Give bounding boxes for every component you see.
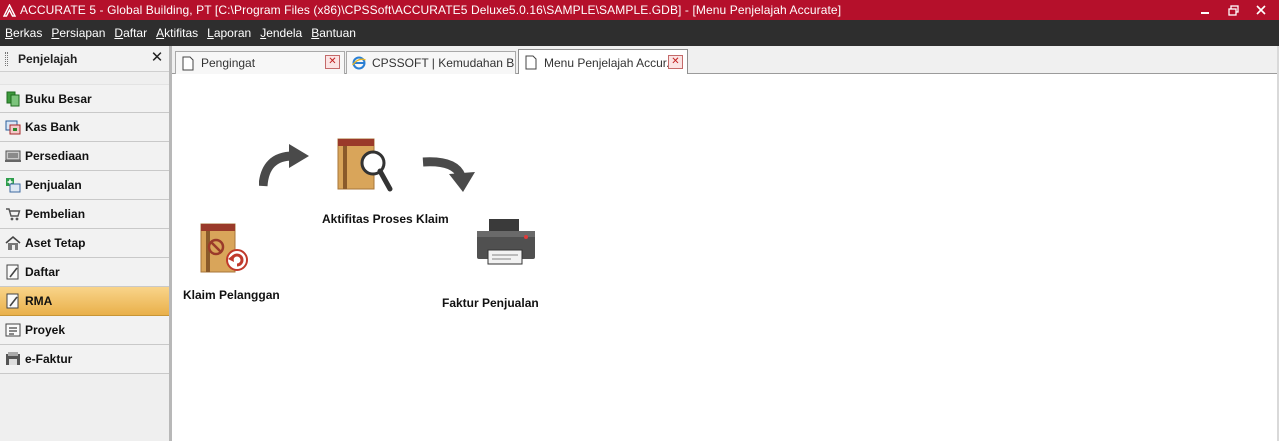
sidebar-item-proyek[interactable]: Proyek bbox=[0, 316, 169, 345]
flow-arrow-curved-down-icon bbox=[422, 157, 475, 192]
menu-daftar[interactable]: Daftar bbox=[114, 26, 147, 40]
sidebar-item-pembelian[interactable]: Pembelian bbox=[0, 200, 169, 229]
sidebar-item-penjualan[interactable]: Penjualan bbox=[0, 171, 169, 200]
sidebar-item-aset-tetap[interactable]: Aset Tetap bbox=[0, 229, 169, 258]
sidebar-item-label: Kas Bank bbox=[25, 120, 80, 134]
sales-invoice-label: Faktur Penjualan bbox=[442, 296, 539, 310]
tab-close-button[interactable]: ✕ bbox=[668, 55, 683, 69]
sidebar-item-kas-bank[interactable]: Kas Bank bbox=[0, 113, 169, 142]
close-icon bbox=[1256, 5, 1266, 15]
menu-aktifitas[interactable]: Aktifitas bbox=[156, 26, 198, 40]
menu-laporan-label: aporan bbox=[213, 26, 252, 40]
tab-pengingat[interactable]: Pengingat ✕ bbox=[175, 51, 345, 74]
close-window-button[interactable] bbox=[1247, 1, 1275, 19]
menu-berkas-accel: B bbox=[5, 26, 14, 40]
explorer-diagram-canvas: Aktifitas Proses Klaim Klaim Pelanggan F… bbox=[175, 74, 1279, 441]
printer-icon bbox=[477, 219, 535, 265]
menu-bar: Berkas Persiapan Daftar Aktifitas Lapora… bbox=[0, 20, 1279, 46]
tab-menu-penjelajah[interactable]: Menu Penjelajah Accur... ✕ bbox=[518, 49, 688, 75]
window-title: ACCURATE 5 - Global Building, PT [C:\Pro… bbox=[20, 3, 842, 17]
project-icon bbox=[5, 322, 21, 338]
sidebar-item-label: Pembelian bbox=[25, 207, 86, 221]
menu-persiapan-label: ersiapan bbox=[59, 26, 106, 40]
tab-label: CPSSOFT | Kemudahan Bis... bbox=[372, 56, 515, 70]
minimize-button[interactable] bbox=[1191, 1, 1219, 19]
sidebar-item-label: Proyek bbox=[25, 323, 66, 337]
rma-icon bbox=[5, 293, 21, 309]
document-tab-strip: Pengingat ✕ CPSSOFT | Kemudahan Bis... M… bbox=[172, 46, 1279, 75]
sidebar-item-label: Buku Besar bbox=[25, 91, 92, 106]
inventory-icon bbox=[5, 148, 21, 164]
tab-label: Menu Penjelajah Accur... bbox=[544, 55, 668, 70]
house-icon bbox=[5, 235, 21, 251]
sidebar-item-label: Aset Tetap bbox=[25, 236, 86, 250]
sidebar-item-persediaan[interactable]: Persediaan bbox=[0, 142, 169, 171]
sidebar-item-e-faktur[interactable]: e-Faktur bbox=[0, 345, 169, 374]
sidebar-item-label: Persediaan bbox=[25, 149, 90, 163]
sidebar-item-label: RMA bbox=[25, 294, 53, 308]
customer-claim-icon bbox=[200, 223, 248, 273]
menu-berkas[interactable]: Berkas bbox=[5, 26, 42, 40]
restore-button[interactable] bbox=[1219, 1, 1247, 19]
sales-icon bbox=[5, 177, 21, 193]
minimize-icon bbox=[1201, 12, 1209, 14]
menu-bantuan[interactable]: Bantuan bbox=[311, 26, 356, 40]
sidebar-item-label: Penjualan bbox=[25, 178, 82, 192]
sales-invoice-node[interactable] bbox=[475, 218, 537, 268]
sidebar-item-label: Daftar bbox=[25, 265, 60, 279]
customer-claim-node[interactable] bbox=[199, 222, 251, 276]
menu-laporan[interactable]: Laporan bbox=[207, 26, 251, 40]
sidebar-item-label: e-Faktur bbox=[25, 352, 73, 366]
menu-jendela[interactable]: Jendela bbox=[260, 26, 302, 40]
document-icon bbox=[524, 55, 538, 71]
menu-bantuan-label: antuan bbox=[319, 26, 356, 40]
explorer-panel: Penjelajah ✕ Buku Besar Kas Bank Persedi… bbox=[0, 46, 172, 441]
explorer-close-button[interactable]: ✕ bbox=[149, 49, 165, 67]
sidebar-item-buku-besar[interactable]: Buku Besar bbox=[0, 84, 169, 113]
explorer-title: Penjelajah bbox=[18, 51, 78, 66]
sidebar-item-daftar[interactable]: Daftar bbox=[0, 258, 169, 287]
sidebar-item-rma[interactable]: RMA bbox=[0, 287, 169, 316]
tab-close-button[interactable]: ✕ bbox=[325, 55, 340, 69]
menu-aktifitas-label: ktifitas bbox=[164, 26, 199, 40]
explorer-nav-list: Buku Besar Kas Bank Persediaan Penjualan… bbox=[0, 84, 169, 374]
menu-aktifitas-accel: A bbox=[156, 26, 165, 40]
restore-icon bbox=[1227, 4, 1239, 16]
claim-process-label: Aktifitas Proses Klaim bbox=[322, 212, 449, 226]
menu-jendela-label: endela bbox=[266, 26, 303, 40]
menu-laporan-accel: L bbox=[207, 26, 214, 40]
ledger-icon bbox=[5, 91, 21, 107]
tab-cpssoft[interactable]: CPSSOFT | Kemudahan Bis... bbox=[346, 51, 516, 74]
cart-icon bbox=[5, 206, 21, 222]
menu-berkas-label: erkas bbox=[13, 26, 43, 40]
panel-grip-handle[interactable] bbox=[5, 51, 8, 66]
claim-process-node[interactable] bbox=[335, 137, 395, 195]
menu-daftar-accel: D bbox=[114, 26, 124, 40]
claim-process-icon bbox=[337, 138, 393, 192]
customer-claim-label: Klaim Pelanggan bbox=[183, 288, 280, 302]
accurate-logo-icon bbox=[2, 3, 16, 17]
tab-label: Pengingat bbox=[201, 56, 256, 70]
title-bar: ACCURATE 5 - Global Building, PT [C:\Pro… bbox=[0, 0, 1279, 20]
explorer-header: Penjelajah ✕ bbox=[0, 46, 169, 72]
list-icon bbox=[5, 264, 21, 280]
cash-bank-icon bbox=[5, 119, 21, 135]
menu-persiapan[interactable]: Persiapan bbox=[51, 26, 105, 40]
ie-icon bbox=[352, 55, 366, 71]
menu-daftar-label: aftar bbox=[123, 26, 148, 40]
efaktur-icon bbox=[5, 351, 21, 367]
flow-arrow-curved-up-icon bbox=[259, 144, 309, 187]
window-controls bbox=[1191, 0, 1275, 20]
document-icon bbox=[181, 55, 195, 71]
